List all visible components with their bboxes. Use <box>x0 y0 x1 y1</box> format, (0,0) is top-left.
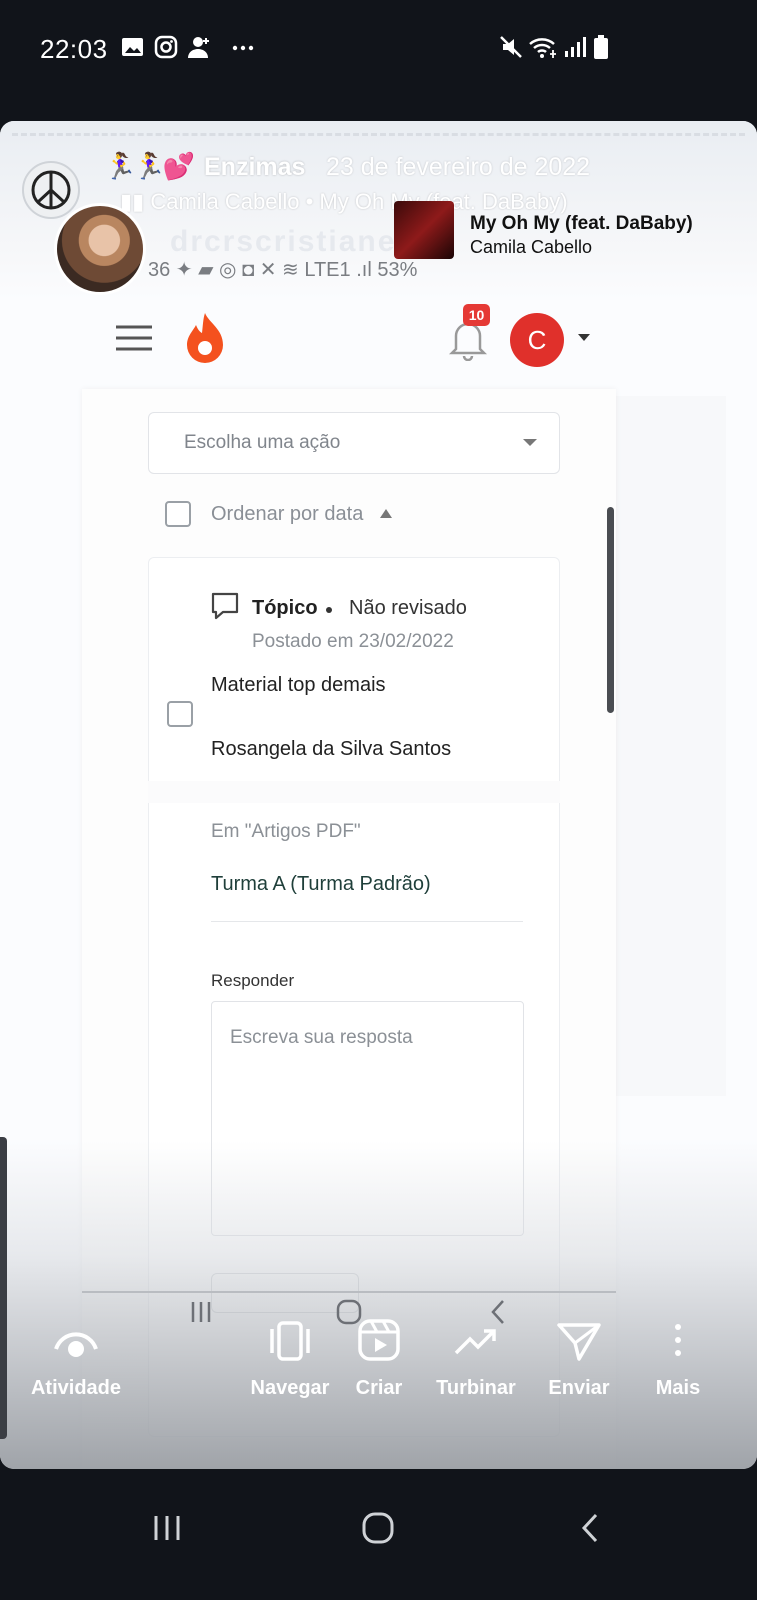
post-class[interactable]: Turma A (Turma Padrão) <box>211 873 431 896</box>
story-progress-bar <box>12 133 745 136</box>
mute-icon <box>500 36 522 58</box>
scrollbar[interactable] <box>607 507 614 713</box>
reels-icon <box>358 1319 400 1361</box>
wifi-icon <box>529 38 556 58</box>
story-date: 23 de fevereiro de 2022 <box>326 153 591 181</box>
page-margin-shade <box>616 396 726 1096</box>
system-nav-bar <box>0 1490 757 1600</box>
boost-button[interactable]: Turbinar <box>428 1319 524 1409</box>
story-viewer[interactable]: 🏃‍♀️🏃‍♀️💕 Enzimas 23 de fevereiro de 202… <box>0 121 757 1469</box>
post-forum: Em "Artigos PDF" <box>211 821 361 842</box>
story-bottom-gradient <box>0 1141 757 1469</box>
story-emoji: 🏃‍♀️🏃‍♀️💕 <box>104 151 195 181</box>
hamburger-menu-icon[interactable] <box>114 324 154 352</box>
back-icon[interactable] <box>574 1510 608 1546</box>
navigate-button[interactable]: Navegar <box>244 1319 336 1409</box>
post-status: Não revisado <box>349 597 467 619</box>
status-time: 22:03 <box>40 34 108 64</box>
divider <box>211 921 523 922</box>
reply-placeholder: Escreva sua resposta <box>230 1027 413 1048</box>
chat-bubble-icon <box>211 592 239 620</box>
profile-photo <box>54 203 146 295</box>
more-dots-icon <box>232 45 254 51</box>
section-gap <box>148 781 560 803</box>
activity-button[interactable]: Atividade <box>20 1319 132 1409</box>
story-author-avatar[interactable] <box>22 161 80 219</box>
post-author[interactable]: Rosangela da Silva Santos <box>211 738 451 761</box>
status-bar: 22:03 <box>0 0 757 80</box>
peace-logo-icon <box>31 170 71 210</box>
instagram-icon <box>154 35 178 59</box>
create-button[interactable]: Criar <box>346 1319 412 1409</box>
eye-icon <box>54 1332 98 1357</box>
signal-icon <box>565 37 586 57</box>
send-button[interactable]: Enviar <box>540 1319 618 1409</box>
boost-label: Turbinar <box>436 1377 516 1399</box>
separator-dot <box>326 607 332 613</box>
recents-icon <box>191 1302 211 1322</box>
more-button[interactable]: Mais <box>646 1319 710 1409</box>
song-artist: Camila Cabello <box>470 237 593 257</box>
background-watermark-text: drcrscristiane <box>170 225 397 258</box>
trending-icon <box>454 1329 496 1355</box>
album-cover[interactable] <box>394 201 454 259</box>
send-icon <box>557 1323 601 1361</box>
post-title[interactable]: Material top demais <box>211 674 386 697</box>
embedded-status-bar: 36 ✦ ▰ ◎ ◘ ✕ ≋ LTE1 .ıl 53% <box>148 259 418 281</box>
flame-logo-icon[interactable] <box>182 311 228 365</box>
notification-badge: 10 <box>463 304 490 326</box>
action-select-value: Escolha uma ação <box>184 432 341 453</box>
post-checkbox[interactable] <box>167 701 193 727</box>
more-label: Mais <box>655 1377 701 1399</box>
order-by-date-label[interactable]: Ordenar por data <box>211 503 363 526</box>
song-title: My Oh My (feat. DaBaby) <box>470 213 693 234</box>
battery-icon <box>594 35 608 59</box>
user-avatar[interactable]: C <box>510 313 564 367</box>
story-username[interactable]: Enzimas <box>204 153 305 182</box>
select-all-checkbox[interactable] <box>165 501 191 527</box>
add-user-icon <box>188 37 209 58</box>
create-label: Criar <box>355 1377 403 1399</box>
story-music-line[interactable]: ▮▮ Camila Cabello • My Oh My (feat. DaBa… <box>120 189 568 215</box>
more-vertical-icon <box>675 1324 681 1356</box>
reply-label: Responder <box>211 971 295 990</box>
post-date: Postado em 23/02/2022 <box>252 631 454 652</box>
embedded-nav-divider <box>82 1291 616 1293</box>
post-type: Tópico <box>252 597 318 619</box>
navigate-label: Navegar <box>250 1377 330 1399</box>
carousel-icon <box>270 1321 310 1361</box>
activity-label: Atividade <box>30 1377 122 1399</box>
select-caret-icon <box>523 439 537 446</box>
send-label: Enviar <box>548 1377 610 1399</box>
edge-handle[interactable] <box>0 1137 7 1439</box>
home-icon[interactable] <box>360 1510 396 1546</box>
chevron-down-icon[interactable] <box>578 334 590 341</box>
recents-icon[interactable] <box>150 1510 184 1546</box>
gallery-icon <box>122 38 143 56</box>
sort-ascending-icon[interactable] <box>380 509 392 518</box>
